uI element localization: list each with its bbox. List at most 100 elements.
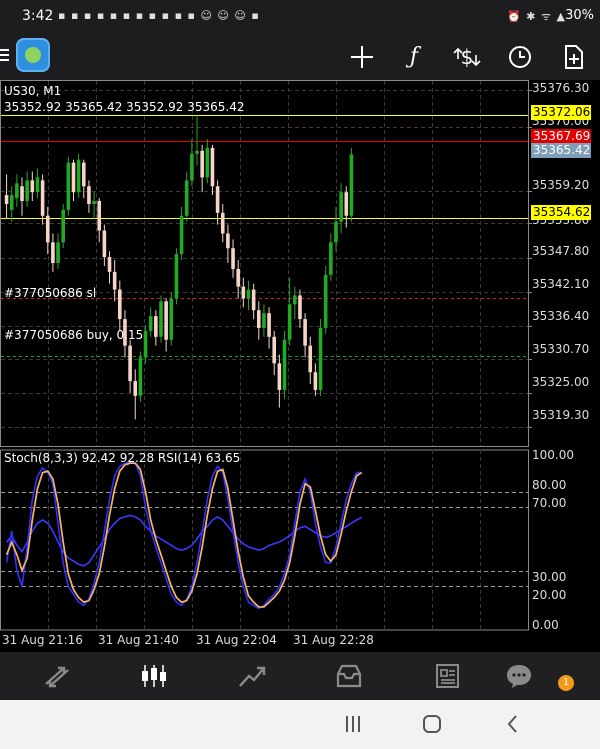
candle-body (20, 186, 24, 202)
candle-body (97, 201, 102, 231)
system-icons: ⏰ ✱ ᯤ ▲ (507, 10, 566, 23)
price-chart[interactable] (0, 80, 600, 652)
app-logo[interactable] (16, 38, 50, 72)
candle-body (66, 162, 71, 210)
y-tick-label: 35336.40 (532, 309, 590, 323)
candle-body (272, 336, 277, 364)
y-tick-label: 35359.20 (532, 178, 590, 192)
candle-body (267, 313, 271, 337)
candle-body (282, 339, 287, 390)
recent-apps-icon[interactable] (343, 712, 363, 742)
candle-body (190, 153, 194, 181)
candle-body (71, 162, 76, 193)
candle-body (148, 316, 153, 331)
candle-body (112, 271, 117, 290)
chart-icon[interactable] (139, 662, 169, 690)
crosshair-icon[interactable] (345, 40, 379, 74)
candle-body (179, 215, 184, 255)
order-buy-label[interactable]: #377050686 buy, 0.15 (4, 328, 143, 342)
main-frame (0, 80, 529, 447)
candle-body (298, 295, 302, 320)
news-icon[interactable] (432, 662, 462, 690)
candle-body (174, 254, 179, 299)
candle-body (323, 274, 328, 328)
status-bar: 3:42 ▪ ▪ ▪ ▪ ▪ ▪ ▪ ▪ ▪ ▪ ▪ ☺ ☺ ☺ ▪ ⏰ ✱ ᯤ… (0, 0, 600, 34)
osc-tick-label: 70.00 (532, 496, 567, 510)
candle-body (195, 150, 199, 154)
candle-body (215, 186, 220, 213)
candle-body (81, 162, 86, 187)
add-document-icon[interactable] (556, 40, 590, 74)
history-icon[interactable] (334, 662, 364, 690)
candle-body (15, 183, 19, 199)
y-tick-label: 35325.00 (532, 375, 590, 389)
menu-icon[interactable] (0, 46, 10, 66)
chat-icon[interactable] (504, 662, 534, 690)
clock-icon[interactable] (503, 40, 537, 74)
x-tick-label: 31 Aug 21:40 (98, 633, 179, 647)
back-icon[interactable] (503, 712, 523, 742)
candle-body (61, 209, 65, 243)
candle-body (344, 192, 349, 216)
function-icon[interactable]: ƒ (397, 40, 431, 74)
candle-body (45, 215, 50, 243)
osc-tick-label: 100.00 (532, 448, 574, 462)
notification-badge: 1 (558, 675, 574, 691)
chart-toolbar: ƒ $ (0, 34, 600, 80)
candle-body (246, 289, 251, 299)
candle-body (200, 150, 204, 178)
candle-body (210, 147, 215, 187)
y-tick-label: 35330.70 (532, 342, 590, 356)
quotes-icon[interactable] (42, 662, 72, 690)
candle-body (154, 316, 158, 337)
candle-body (308, 345, 313, 373)
osc-tick-label: 80.00 (532, 478, 567, 492)
candle-body (313, 372, 318, 390)
oscillator-label: Stoch(8,3,3) 92.42 92.28 RSI(14) 63.65 (4, 451, 241, 465)
y-tick-label: 35347.80 (532, 244, 590, 258)
candle-body (339, 192, 343, 222)
x-tick-label: 31 Aug 21:16 (2, 633, 83, 647)
candle-body (184, 180, 189, 216)
candle-body (231, 248, 235, 269)
y-tick-label: 35376.30 (532, 81, 590, 95)
candle-body (303, 319, 307, 346)
candle-body (277, 363, 282, 390)
bottom-nav (0, 652, 600, 700)
candle-body (102, 230, 107, 258)
home-icon[interactable] (421, 712, 443, 742)
candle-body (164, 301, 168, 340)
candle-body (25, 180, 29, 202)
osc-tick-label: 20.00 (532, 588, 567, 602)
candle-body (226, 233, 230, 249)
candle-body (87, 186, 91, 204)
candle-body (133, 381, 138, 396)
battery-level: 30% (565, 8, 594, 23)
candle-body (251, 289, 256, 311)
y-tick-label: 35319.30 (532, 408, 590, 422)
candle-body (293, 295, 297, 305)
candle-body (287, 304, 292, 340)
candle-body (107, 257, 112, 272)
notification-icons: ▪ ▪ ▪ ▪ ▪ ▪ ▪ ▪ ▪ ▪ ▪ ☺ ☺ ☺ ▪ (58, 9, 260, 22)
candle-body (35, 177, 40, 193)
chart-area[interactable]: US30, M1 35352.92 35365.42 35352.92 3536… (0, 80, 600, 652)
candle-body (241, 286, 246, 299)
candle-body (329, 242, 333, 275)
price-tag-yellow-upper: 35372.06 (531, 105, 591, 120)
osc-tick-label: 30.00 (532, 570, 567, 584)
trade-icon[interactable]: $ (450, 40, 484, 74)
candle-body (159, 301, 163, 337)
candle-body (334, 221, 338, 243)
candle-body (51, 242, 55, 263)
candle-body (256, 310, 261, 328)
order-sl-label[interactable]: #377050686 sl (4, 286, 96, 300)
candle-body (318, 327, 323, 390)
x-tick-label: 31 Aug 22:04 (196, 633, 277, 647)
y-tick-label: 35342.10 (532, 277, 590, 291)
price-tag-yellow-lower: 35354.62 (531, 205, 591, 220)
trade-nav-icon[interactable] (237, 662, 267, 690)
candle-body (262, 313, 266, 328)
candle-body (236, 268, 240, 287)
price-tag-red: 35367.69 (531, 129, 591, 144)
